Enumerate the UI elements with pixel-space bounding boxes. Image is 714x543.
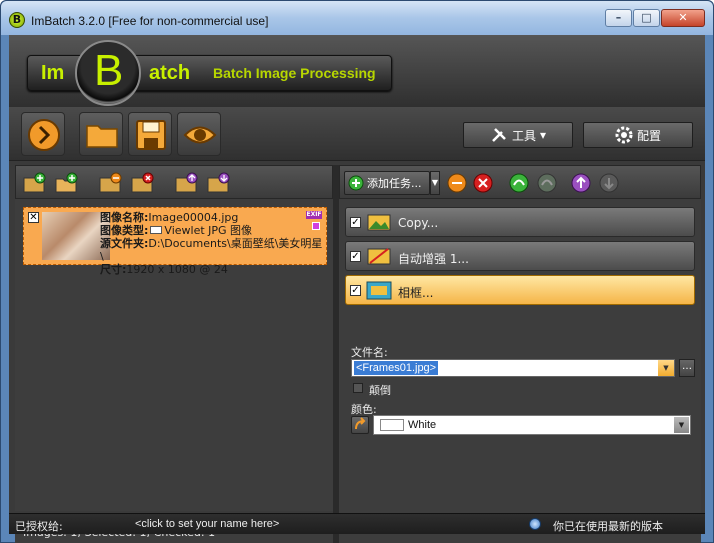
logo-suffix: atch [149,62,191,84]
save-button[interactable] [128,112,172,156]
set-name-link[interactable]: <click to set your name here> [135,518,279,530]
save-icon [136,120,166,150]
exif-badge: EXIF [306,211,322,219]
color-reset-button[interactable] [351,416,369,434]
task-item-copy[interactable]: ✓ Copy... [345,207,695,237]
flip-label: 颠倒 [369,384,391,397]
move-task-down-icon[interactable] [598,172,620,194]
browse-button[interactable]: … [679,359,695,377]
clear-tasks-icon[interactable] [472,172,494,194]
image-type-value: Viewlet JPG 图像 [164,224,253,237]
task-checkbox[interactable]: ✓ [350,251,361,262]
filename-value: <Frames01.jpg> [354,361,439,375]
image-name-label: 图像名称: [100,211,149,224]
update-status-icon [529,518,541,530]
status-bar: 已授权给: <click to set your name here> 你已在使… [9,513,705,534]
minimize-button[interactable]: – [605,9,632,27]
task-item-auto-enhance[interactable]: ✓ 自动增强 1... [345,241,695,271]
remove-task-icon[interactable] [446,172,468,194]
filename-input[interactable]: <Frames01.jpg> ▼ [351,359,675,377]
task-item-frame[interactable]: ✓ 相框... [345,275,695,305]
add-task-button[interactable]: 添加任务... [344,171,430,195]
image-list-item[interactable]: ✕ 图像名称:Image00004.jpg 图像类型: Viewlet JPG 图… [23,207,327,276]
remove-image-icon[interactable] [98,172,124,194]
main-toolbar: 工具 ▾ 配置 [9,107,705,161]
close-button[interactable]: ✕ [661,9,705,27]
move-up-icon[interactable] [174,172,200,194]
color-swatch [380,419,404,431]
window-controls: – □ ✕ [605,9,705,27]
run-icon [28,119,60,151]
jpg-file-icon [150,226,163,234]
task-label: 相框... [398,286,434,300]
client-area: Im B atch Batch Image Processing 工具 ▾ 配置… [9,35,705,543]
image-list-panel: ✕ 图像名称:Image00004.jpg 图像类型: Viewlet JPG 图… [15,165,333,511]
image-name-value: Image00004.jpg [148,211,239,224]
image-list-toolbar [15,165,333,199]
source-folder-label: 源文件夹: [100,237,149,250]
maximize-button[interactable]: □ [633,9,660,27]
wrench-icon [492,128,506,142]
settings-label: 配置 [636,128,661,143]
image-item-details: 图像名称:Image00004.jpg 图像类型: Viewlet JPG 图像 … [100,211,326,276]
flip-checkbox[interactable] [353,383,363,393]
folder-icon [86,125,118,148]
image-size-label: 尺寸: [100,263,127,276]
image-type-label: 图像类型: [100,224,149,237]
disable-task-icon[interactable] [536,172,558,194]
task-checkbox[interactable]: ✓ [350,217,361,228]
add-image-icon[interactable] [22,172,48,194]
image-item-checkbox[interactable]: ✕ [28,212,39,223]
add-folder-icon[interactable] [54,172,80,194]
task-checkbox[interactable]: ✓ [350,285,361,296]
logo-prefix: Im [41,62,65,84]
enable-task-icon[interactable] [508,172,530,194]
add-task-label: 添加任务... [367,177,422,190]
app-icon: B [9,12,25,28]
tools-menu-label: 工具 [511,128,536,143]
settings-button[interactable]: 配置 [583,122,693,148]
update-status-text: 你已在使用最新的版本 [553,520,663,533]
window-title: ImBatch 3.2.0 [Free for non-commercial u… [31,14,269,28]
undo-arrow-icon [355,417,366,430]
filename-label: 文件名: [351,346,388,359]
move-down-icon[interactable] [206,172,232,194]
open-folder-button[interactable] [79,112,123,156]
frame-task-icon [366,281,392,300]
copy-task-icon [367,214,391,231]
logo-tagline: Batch Image Processing [213,65,376,81]
title-bar[interactable]: B ImBatch 3.2.0 [Free for non-commercial… [1,1,713,35]
tools-menu-button[interactable]: 工具 ▾ [463,122,573,148]
run-button[interactable] [21,112,65,156]
add-task-icon [348,175,364,191]
licensed-to-label: 已授权给: [15,520,63,533]
preview-eye-icon [183,126,217,144]
auto-enhance-icon [367,248,391,265]
clear-images-icon[interactable] [130,172,156,194]
info-badge-icon [312,222,320,230]
color-value: White [408,419,437,431]
task-label: Copy... [398,216,439,230]
gear-icon [615,126,633,144]
add-task-dropdown[interactable]: ▼ [430,171,440,195]
color-select[interactable]: White ▼ [373,415,691,435]
task-panel: 添加任务... ▼ ✓ Copy... ✓ 自动增强 1... ✓ 相框... … [339,165,701,543]
color-dropdown-button[interactable]: ▼ [674,417,689,433]
chevron-down-icon: ▾ [539,128,547,142]
task-label: 自动增强 1... [398,252,469,266]
logo-letter: B [94,46,124,95]
image-size-value: 1920 x 1080 @ 24 [126,263,228,276]
filename-dropdown-button[interactable]: ▼ [658,360,674,376]
task-toolbar: 添加任务... ▼ [339,165,701,199]
preview-button[interactable] [177,112,221,156]
app-window: B ImBatch 3.2.0 [Free for non-commercial… [0,0,714,543]
move-task-up-icon[interactable] [570,172,592,194]
logo-banner: Im B atch Batch Image Processing [9,35,705,107]
